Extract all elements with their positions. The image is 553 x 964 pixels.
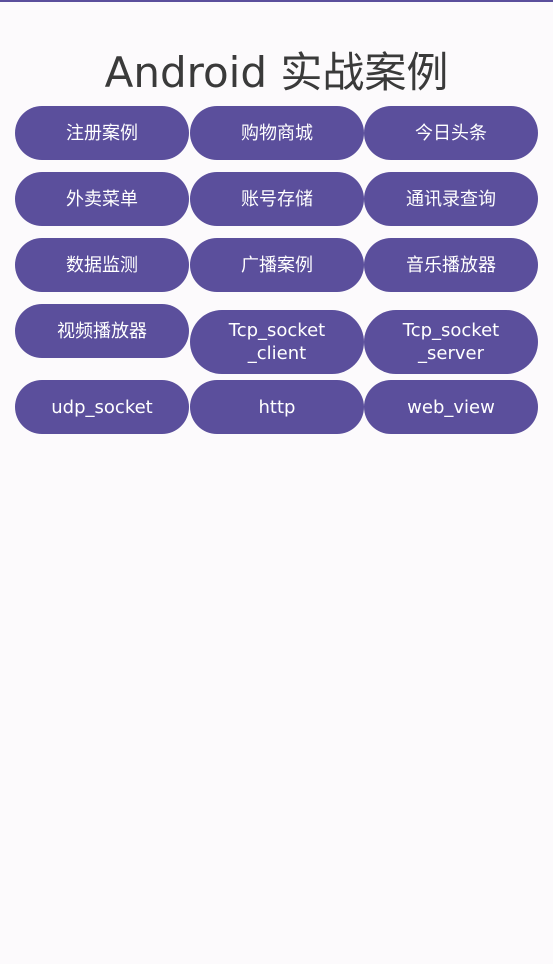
shopping-mall-button[interactable]: 购物商城	[190, 106, 364, 160]
broadcast-case-button[interactable]: 广播案例	[190, 238, 364, 292]
music-player-button[interactable]: 音乐播放器	[364, 238, 538, 292]
page-title: Android 实战案例	[104, 48, 449, 97]
http-button[interactable]: http	[190, 380, 364, 434]
video-player-button[interactable]: 视频播放器	[15, 304, 189, 358]
web-view-button[interactable]: web_view	[364, 380, 538, 434]
account-storage-button[interactable]: 账号存储	[190, 172, 364, 226]
data-monitor-button[interactable]: 数据监测	[15, 238, 189, 292]
takeout-menu-button[interactable]: 外卖菜单	[15, 172, 189, 226]
tcp-socket-client-button[interactable]: Tcp_socket _client	[190, 310, 364, 374]
contacts-query-button[interactable]: 通讯录查询	[364, 172, 538, 226]
tcp-socket-server-button[interactable]: Tcp_socket _server	[364, 310, 538, 374]
udp-socket-button[interactable]: udp_socket	[15, 380, 189, 434]
top-accent-line	[0, 0, 553, 2]
today-headlines-button[interactable]: 今日头条	[364, 106, 538, 160]
register-case-button[interactable]: 注册案例	[15, 106, 189, 160]
